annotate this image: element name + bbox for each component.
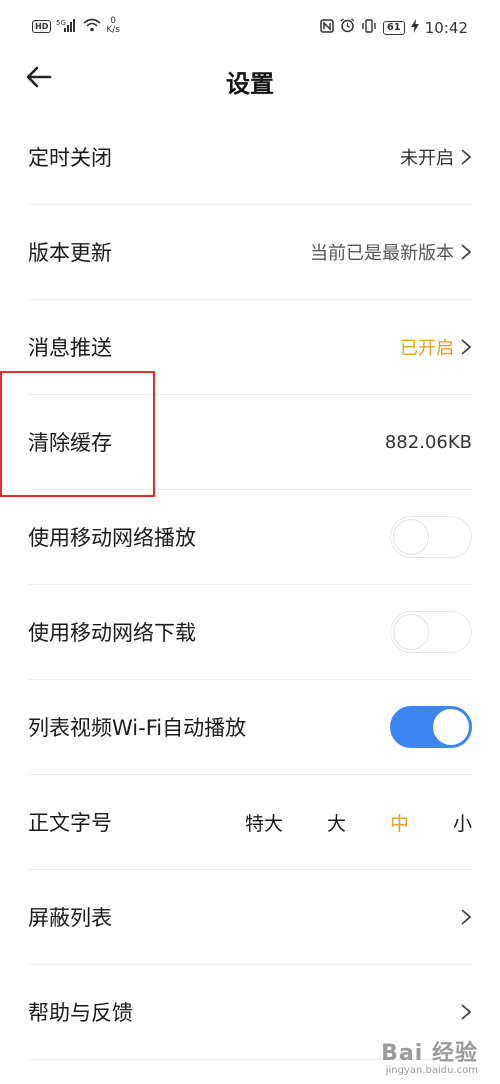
status-bar: HD 5G 0 K/s 61 10:42 [0, 0, 500, 56]
vibrate-icon [361, 18, 377, 37]
charging-icon [410, 18, 419, 37]
signal-label: 5G [56, 19, 66, 27]
toggle-knob [393, 614, 429, 650]
chevron-right-icon [461, 149, 472, 165]
watermark-sub: jingyan.baidu.com [385, 1065, 478, 1076]
settings-list: 定时关闭 未开启 版本更新 当前已是最新版本 消息推送 已开启 清除缓存 882… [28, 110, 472, 1060]
cache-size-value: 882.06KB [384, 431, 472, 453]
setting-font-size: 正文字号 特大 大 中 小 [28, 775, 472, 870]
font-size-option-small[interactable]: 小 [453, 809, 472, 836]
setting-label: 列表视频Wi-Fi自动播放 [28, 716, 247, 740]
setting-label: 屏蔽列表 [28, 906, 112, 930]
chevron-right-icon [461, 909, 472, 925]
setting-right [460, 1003, 472, 1021]
wifi-autoplay-toggle[interactable] [390, 706, 472, 748]
setting-value: 已开启 [400, 338, 454, 359]
setting-mobile-play: 使用移动网络播放 [28, 490, 472, 585]
net-speed: 0 K/s [106, 17, 120, 35]
font-size-option-medium[interactable]: 中 [390, 809, 409, 836]
chevron-right-icon [461, 339, 472, 355]
battery-indicator: 61 [382, 20, 405, 35]
setting-wifi-autoplay: 列表视频Wi-Fi自动播放 [28, 680, 472, 775]
net-speed-unit: K/s [106, 25, 120, 35]
font-size-options: 特大 大 中 小 [201, 809, 472, 836]
setting-label: 消息推送 [28, 336, 112, 360]
setting-label: 帮助与反馈 [28, 1001, 133, 1025]
mobile-play-toggle[interactable] [390, 516, 472, 558]
setting-right: 已开启 [400, 334, 472, 360]
clock-time: 10:42 [424, 18, 468, 37]
setting-block-list[interactable]: 屏蔽列表 [28, 870, 472, 965]
setting-right: 882.06KB [385, 432, 472, 453]
setting-label: 清除缓存 [28, 431, 112, 455]
status-left: HD 5G 0 K/s [32, 17, 120, 35]
setting-push[interactable]: 消息推送 已开启 [28, 300, 472, 395]
setting-label: 使用移动网络播放 [28, 526, 196, 550]
font-size-option-large[interactable]: 大 [327, 809, 346, 836]
setting-version-update[interactable]: 版本更新 当前已是最新版本 [28, 205, 472, 300]
setting-right [460, 908, 472, 926]
setting-clear-cache[interactable]: 清除缓存 882.06KB [28, 395, 472, 490]
watermark: Bai 经验 jingyan.baidu.com [381, 1035, 478, 1076]
setting-timer-close[interactable]: 定时关闭 未开启 [28, 110, 472, 205]
setting-value: 当前已是最新版本 [310, 243, 454, 264]
chevron-right-icon [461, 244, 472, 260]
toggle-knob [433, 709, 469, 745]
setting-mobile-download: 使用移动网络下载 [28, 585, 472, 680]
alarm-icon [340, 18, 355, 37]
chevron-right-icon [461, 1004, 472, 1020]
toggle-knob [393, 519, 429, 555]
setting-label: 版本更新 [28, 241, 112, 265]
status-right: 61 10:42 [320, 18, 468, 37]
hd-badge: HD [32, 19, 52, 33]
setting-right: 未开启 [400, 144, 472, 170]
setting-label: 正文字号 [28, 811, 112, 835]
setting-value: 未开启 [400, 148, 454, 169]
mobile-download-toggle[interactable] [390, 611, 472, 653]
setting-label: 定时关闭 [28, 146, 112, 170]
page-title: 设置 [226, 70, 274, 98]
top-bar: 设置 [0, 56, 500, 102]
signal-icon: 5G [56, 18, 78, 35]
watermark-main: Bai 经验 [381, 1041, 478, 1066]
setting-label: 使用移动网络下载 [28, 621, 196, 645]
wifi-icon [83, 18, 101, 35]
nfc-icon [320, 18, 334, 37]
setting-right: 当前已是最新版本 [310, 239, 472, 265]
font-size-option-xlarge[interactable]: 特大 [245, 809, 283, 836]
